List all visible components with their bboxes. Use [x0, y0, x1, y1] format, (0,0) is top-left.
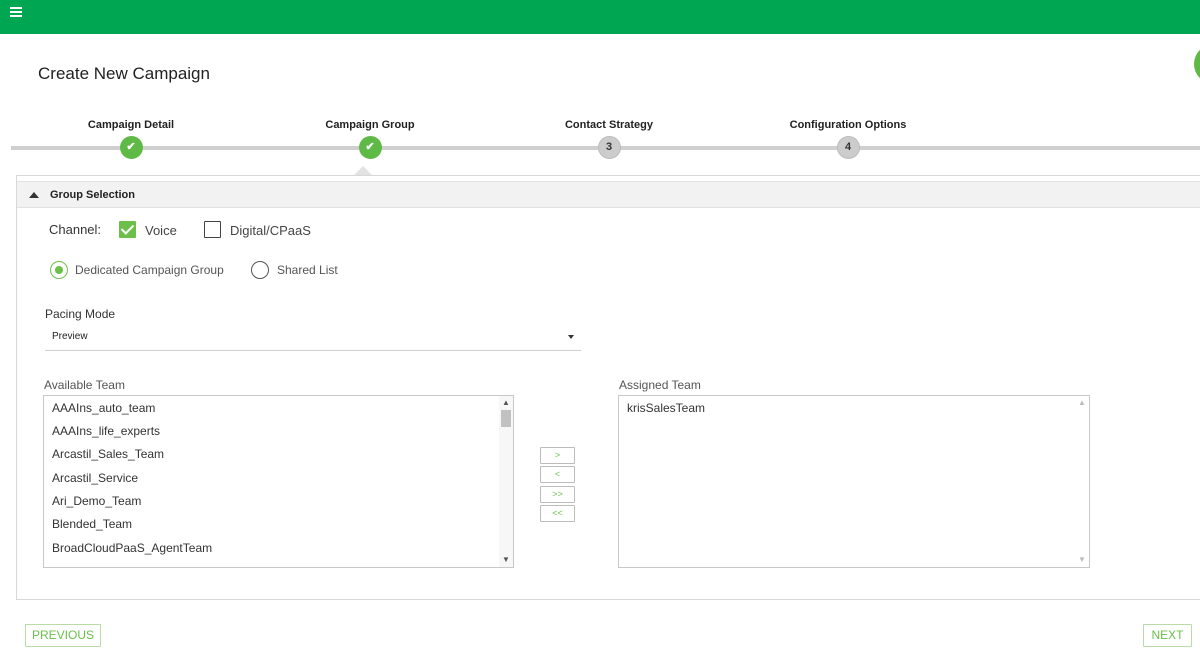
- check-icon: ✔: [358, 136, 382, 159]
- next-button[interactable]: NEXT: [1143, 624, 1192, 647]
- remove-all-button[interactable]: <<: [540, 505, 575, 522]
- step-campaign-detail[interactable]: Campaign Detail ✔: [31, 118, 231, 159]
- shared-list-radio[interactable]: [251, 261, 269, 279]
- list-item[interactable]: Ari_Demo_Team: [52, 494, 141, 508]
- add-selected-button[interactable]: >: [540, 447, 575, 464]
- step-configuration-options[interactable]: Configuration Options 4: [748, 118, 948, 159]
- pacing-mode-value: Preview: [52, 331, 88, 342]
- add-all-button[interactable]: >>: [540, 486, 575, 503]
- assigned-team-scrollbar[interactable]: ▲ ▼: [1075, 396, 1089, 567]
- panel-header[interactable]: Group Selection: [17, 181, 1200, 208]
- pacing-mode-select[interactable]: Preview: [45, 327, 581, 351]
- dedicated-campaign-group-label: Dedicated Campaign Group: [75, 263, 224, 277]
- panel-title: Group Selection: [50, 189, 135, 201]
- available-team-listbox[interactable]: AAAIns_auto_team AAAIns_life_experts Arc…: [43, 395, 514, 568]
- pacing-mode-label: Pacing Mode: [45, 307, 116, 321]
- channel-label: Channel:: [49, 222, 102, 237]
- hamburger-menu-icon[interactable]: [10, 7, 22, 19]
- list-item[interactable]: BroadCloudPaaS_AgentTeam: [52, 541, 212, 555]
- assigned-team-listbox[interactable]: krisSalesTeam ▲ ▼: [618, 395, 1090, 568]
- remove-selected-button[interactable]: <: [540, 466, 575, 483]
- assigned-team-label: Assigned Team: [619, 378, 701, 392]
- collapse-caret-icon[interactable]: [29, 192, 39, 198]
- voice-label: Voice: [145, 223, 177, 238]
- available-team-scrollbar[interactable]: ▲ ▼: [499, 396, 513, 567]
- chevron-down-icon: [568, 335, 574, 339]
- scroll-up-icon[interactable]: ▲: [502, 399, 510, 407]
- check-icon: ✔: [119, 136, 143, 159]
- list-item[interactable]: AAAIns_life_experts: [52, 424, 160, 438]
- top-app-bar: [0, 0, 1200, 34]
- list-item[interactable]: Arcastil_Sales_Team: [52, 447, 164, 461]
- voice-checkbox[interactable]: [119, 221, 136, 238]
- dedicated-campaign-group-radio[interactable]: [50, 261, 68, 279]
- previous-button[interactable]: PREVIOUS: [25, 624, 101, 647]
- page-title: Create New Campaign: [38, 64, 210, 83]
- list-item[interactable]: AAAIns_auto_team: [52, 401, 155, 415]
- list-item[interactable]: krisSalesTeam: [627, 401, 705, 415]
- active-step-caret-icon: [354, 166, 372, 175]
- shared-list-label: Shared List: [277, 263, 338, 277]
- scroll-down-icon[interactable]: ▼: [1078, 556, 1086, 564]
- scroll-down-icon[interactable]: ▼: [502, 556, 510, 564]
- list-item[interactable]: Arcastil_Service: [52, 471, 138, 485]
- step-campaign-group[interactable]: Campaign Group ✔: [270, 118, 470, 159]
- scroll-thumb[interactable]: [501, 410, 511, 427]
- action-circle-button[interactable]: [1194, 44, 1200, 84]
- available-team-label: Available Team: [44, 378, 125, 392]
- digital-cpaas-label: Digital/CPaaS: [230, 223, 311, 238]
- step-label: Configuration Options: [789, 119, 907, 131]
- step-label: Contact Strategy: [564, 119, 654, 131]
- step-label: Campaign Detail: [87, 119, 175, 131]
- step-label: Campaign Group: [325, 119, 415, 131]
- step-number-badge: 4: [836, 136, 860, 159]
- list-item[interactable]: Blended_Team: [52, 517, 132, 531]
- scroll-up-icon[interactable]: ▲: [1078, 399, 1086, 407]
- digital-cpaas-checkbox[interactable]: [204, 221, 221, 238]
- step-number-badge: 3: [597, 136, 621, 159]
- step-contact-strategy[interactable]: Contact Strategy 3: [509, 118, 709, 159]
